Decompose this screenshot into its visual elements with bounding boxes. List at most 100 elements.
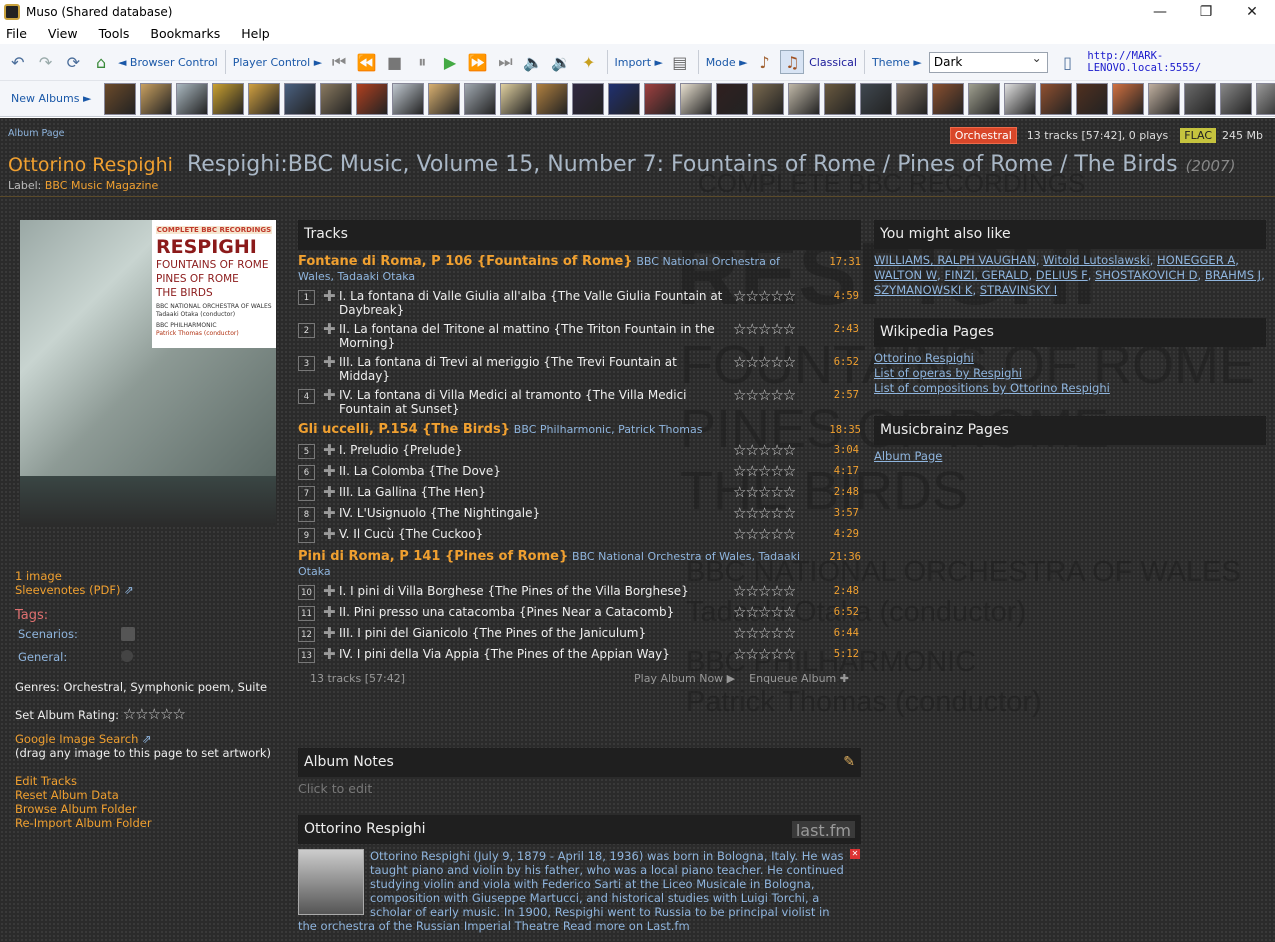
- track-rating-stars[interactable]: ☆☆☆☆☆: [733, 355, 817, 370]
- album-thumbnail[interactable]: [1220, 82, 1253, 115]
- track-number[interactable]: 7: [298, 486, 315, 501]
- track-rating-stars[interactable]: ☆☆☆☆☆: [733, 626, 817, 641]
- album-thumbnail[interactable]: [752, 82, 785, 115]
- theme-select[interactable]: Dark: [928, 51, 1048, 73]
- album-thumbnail[interactable]: [428, 82, 461, 115]
- menu-tools[interactable]: Tools: [99, 26, 130, 41]
- work-title[interactable]: Pini di Roma, P 141 {Pines of Rome}: [298, 549, 568, 564]
- refresh-icon[interactable]: ⟳: [61, 50, 85, 74]
- album-thumbnail[interactable]: [680, 82, 713, 115]
- add-track-icon[interactable]: ✚: [323, 464, 336, 479]
- import-link[interactable]: Import ►: [615, 56, 663, 69]
- volume-down-icon[interactable]: 🔈: [521, 50, 545, 74]
- enqueue-album-button[interactable]: Enqueue Album ✚: [749, 672, 849, 685]
- track-title[interactable]: IV. La fontana di Villa Medici al tramon…: [339, 388, 729, 416]
- album-thumbnail[interactable]: [248, 82, 281, 115]
- track-title[interactable]: III. La Gallina {The Hen}: [339, 485, 729, 499]
- album-notes-edit[interactable]: Click to edit: [298, 781, 861, 796]
- edit-tracks-link[interactable]: Edit Tracks: [15, 774, 77, 788]
- track-rating-stars[interactable]: ☆☆☆☆☆: [733, 527, 817, 542]
- remote-icon[interactable]: ▯: [1056, 50, 1080, 74]
- player-control-link[interactable]: Player Control ►: [233, 56, 322, 69]
- track-title[interactable]: I. I pini di Villa Borghese {The Pines o…: [339, 584, 729, 598]
- skip-start-icon[interactable]: ⏮: [327, 50, 351, 74]
- track-rating-stars[interactable]: ☆☆☆☆☆: [733, 584, 817, 599]
- track-rating-stars[interactable]: ☆☆☆☆☆: [733, 388, 817, 403]
- related-artist-link[interactable]: BRAHMS J: [1205, 268, 1261, 282]
- track-number[interactable]: 6: [298, 465, 315, 480]
- import-menu-icon[interactable]: ▤: [668, 50, 692, 74]
- play-album-now-button[interactable]: Play Album Now ▶: [634, 672, 735, 685]
- track-number[interactable]: 10: [298, 585, 315, 600]
- related-artist-link[interactable]: SHOSTAKOVICH D: [1095, 268, 1198, 282]
- add-track-icon[interactable]: ✚: [323, 527, 336, 542]
- skip-end-icon[interactable]: ⏭: [494, 50, 518, 74]
- server-url[interactable]: http://MARK-LENOVO.local:5555/: [1087, 50, 1275, 74]
- track-number[interactable]: 5: [298, 444, 315, 459]
- add-track-icon[interactable]: ✚: [323, 355, 336, 370]
- album-thumbnail[interactable]: [176, 82, 209, 115]
- tag-icon[interactable]: [121, 650, 133, 662]
- rewind-icon[interactable]: ⏪: [355, 50, 379, 74]
- album-thumbnail[interactable]: [140, 82, 173, 115]
- sleevenotes-link[interactable]: Sleevenotes (PDF) ⇗: [15, 583, 134, 597]
- related-artist-link[interactable]: FINZI, GERALD: [944, 268, 1028, 282]
- new-albums-link[interactable]: New Albums ►: [11, 92, 91, 105]
- album-thumbnail[interactable]: [392, 82, 425, 115]
- album-thumbnail[interactable]: [860, 82, 893, 115]
- track-title[interactable]: I. Preludio {Prelude}: [339, 443, 729, 457]
- album-thumbnail[interactable]: [356, 82, 389, 115]
- album-thumbnail[interactable]: [1004, 82, 1037, 115]
- album-thumbnail[interactable]: [1112, 82, 1145, 115]
- musicbrainz-link[interactable]: Album Page: [874, 449, 942, 463]
- add-track-icon[interactable]: ✚: [323, 485, 336, 500]
- stop-icon[interactable]: ■: [383, 50, 407, 74]
- track-title[interactable]: IV. L'Usignuolo {The Nightingale}: [339, 506, 729, 520]
- track-rating-stars[interactable]: ☆☆☆☆☆: [733, 289, 817, 304]
- genre-badge[interactable]: Orchestral: [949, 127, 1017, 144]
- album-thumbnail[interactable]: [608, 82, 641, 115]
- pause-icon[interactable]: ⏸: [410, 50, 434, 74]
- add-track-icon[interactable]: ✚: [323, 289, 336, 304]
- forward-icon[interactable]: ↷: [34, 50, 58, 74]
- related-artist-link[interactable]: HONEGGER A: [1157, 253, 1235, 267]
- tag-icon[interactable]: [121, 627, 135, 641]
- add-track-icon[interactable]: ✚: [323, 647, 336, 662]
- track-number[interactable]: 8: [298, 507, 315, 522]
- fast-forward-icon[interactable]: ⏩: [466, 50, 490, 74]
- track-rating-stars[interactable]: ☆☆☆☆☆: [733, 506, 817, 521]
- album-thumbnail[interactable]: [716, 82, 749, 115]
- track-number[interactable]: 13: [298, 648, 315, 663]
- track-title[interactable]: III. La fontana di Trevi al meriggio {Th…: [339, 355, 729, 383]
- work-orchestra[interactable]: BBC Philharmonic: [514, 423, 611, 436]
- close-icon[interactable]: ✕: [850, 849, 860, 859]
- add-track-icon[interactable]: ✚: [323, 443, 336, 458]
- reset-album-data-link[interactable]: Reset Album Data: [15, 788, 119, 802]
- album-thumbnail[interactable]: [500, 82, 533, 115]
- album-thumbnail[interactable]: [1040, 82, 1073, 115]
- work-conductor[interactable]: Patrick Thomas: [618, 423, 702, 436]
- related-artist-link[interactable]: Witold Lutoslawski: [1043, 253, 1150, 267]
- related-artist-link[interactable]: STRAVINSKY I: [980, 283, 1057, 297]
- work-title[interactable]: Gli uccelli, P.154 {The Birds}: [298, 422, 510, 437]
- add-track-icon[interactable]: ✚: [323, 322, 336, 337]
- track-number[interactable]: 1: [298, 290, 315, 305]
- add-track-icon[interactable]: ✚: [323, 605, 336, 620]
- album-thumbnail[interactable]: [572, 82, 605, 115]
- album-thumbnail[interactable]: [464, 82, 497, 115]
- track-rating-stars[interactable]: ☆☆☆☆☆: [733, 647, 817, 662]
- track-number[interactable]: 4: [298, 389, 315, 404]
- album-page-link[interactable]: Album Page: [8, 128, 64, 139]
- add-track-icon[interactable]: ✚: [323, 626, 336, 641]
- menu-view[interactable]: View: [48, 26, 78, 41]
- classical-mode-label[interactable]: Classical: [809, 56, 857, 69]
- mode-link[interactable]: Mode ►: [706, 56, 748, 69]
- volume-up-icon[interactable]: 🔉: [549, 50, 573, 74]
- read-more-link[interactable]: Read more on Last.fm: [563, 919, 690, 933]
- composer-name[interactable]: Ottorino Respighi: [8, 154, 173, 176]
- track-rating-stars[interactable]: ☆☆☆☆☆: [733, 322, 817, 337]
- menu-help[interactable]: Help: [241, 26, 270, 41]
- guitar-icon[interactable]: ♪: [753, 50, 777, 74]
- album-thumbnail[interactable]: [788, 82, 821, 115]
- track-rating-stars[interactable]: ☆☆☆☆☆: [733, 443, 817, 458]
